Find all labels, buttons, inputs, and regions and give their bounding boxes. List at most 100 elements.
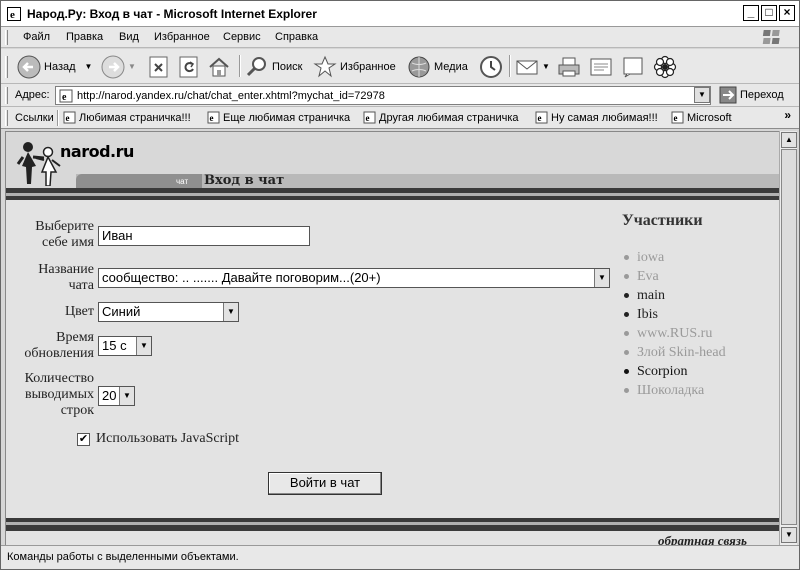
enter-chat-button[interactable]: Войти в чат <box>268 472 382 495</box>
link-favorite-3[interactable]: e Другая любимая страничка <box>363 111 519 124</box>
address-bar: Адрес: e http://narod.yandex.ru/chat/cha… <box>1 84 799 107</box>
discuss-button[interactable] <box>621 53 645 80</box>
menu-tools[interactable]: Сервис <box>223 31 261 43</box>
stop-button[interactable] <box>147 53 171 80</box>
chat-select-value: сообщество: .. ....... Давайте поговорим… <box>102 270 381 285</box>
toolbar-grip[interactable] <box>5 110 8 126</box>
toolbar-grip[interactable] <box>5 56 8 78</box>
close-button[interactable]: × <box>779 5 795 21</box>
toolbar-separator <box>509 55 511 77</box>
ie-logo-icon: e <box>7 7 21 21</box>
participant-item[interactable]: main <box>624 286 726 305</box>
participant-item[interactable]: Ibis <box>624 305 726 324</box>
tab-section-label: чат <box>176 177 189 186</box>
home-icon <box>209 57 229 76</box>
status-text: Команды работы с выделенными объектами. <box>7 551 239 563</box>
link-microsoft[interactable]: e Microsoft <box>671 111 732 124</box>
refresh-label: Время обновления <box>24 330 94 361</box>
color-select[interactable]: Синий ▼ <box>98 302 239 322</box>
participant-item[interactable]: Eva <box>624 267 726 286</box>
javascript-checkbox[interactable]: ✔ <box>77 433 90 446</box>
edit-button[interactable] <box>589 53 613 80</box>
scroll-down-icon[interactable]: ▼ <box>781 527 797 543</box>
site-logo[interactable]: narod.ru <box>60 142 134 161</box>
participant-item[interactable]: Злой Skin-head <box>624 343 726 362</box>
minimize-button[interactable]: _ <box>743 5 759 21</box>
site-header: narod.ru чат Вход в чат <box>6 132 779 192</box>
address-input[interactable]: e http://narod.yandex.ru/chat/chat_enter… <box>55 86 711 105</box>
scroll-thumb[interactable] <box>781 149 797 525</box>
vertical-scrollbar[interactable]: ▲ ▼ <box>779 131 797 545</box>
go-arrow-icon <box>719 86 737 104</box>
svg-text:e: e <box>674 113 678 123</box>
link-favorite-1[interactable]: e Любимая страничка!!! <box>63 111 191 124</box>
link-label: Любимая страничка!!! <box>79 111 191 124</box>
menu-favorites[interactable]: Избранное <box>154 31 210 43</box>
back-dropdown-icon[interactable]: ▼ <box>85 62 93 71</box>
links-overflow-chevron-icon[interactable]: » <box>784 108 791 122</box>
menu-edit[interactable]: Правка <box>66 31 103 43</box>
link-label: Другая любимая страничка <box>379 111 519 124</box>
participant-item[interactable]: Шоколадка <box>624 381 726 400</box>
mail-button[interactable]: ▼ <box>515 53 550 80</box>
history-button[interactable] <box>479 53 503 80</box>
svg-text:e: e <box>210 113 214 123</box>
search-label: Поиск <box>272 60 303 73</box>
refresh-select[interactable]: 15 с ▼ <box>98 336 152 356</box>
page-icon: e <box>535 111 548 124</box>
toolbar-grip[interactable] <box>5 30 8 45</box>
chevron-down-icon[interactable]: ▼ <box>594 269 609 287</box>
messenger-flower-icon <box>653 55 677 78</box>
maximize-button[interactable]: □ <box>761 5 777 21</box>
rows-select[interactable]: 20 ▼ <box>98 386 135 406</box>
links-bar: Ссылки e Любимая страничка!!! e Еще люби… <box>1 107 799 129</box>
bullet-icon <box>624 369 629 374</box>
mail-dropdown-icon[interactable]: ▼ <box>542 62 550 71</box>
search-icon <box>246 56 266 76</box>
toolbar-grip[interactable] <box>5 87 8 104</box>
feedback-link[interactable]: обратная связь <box>658 533 747 545</box>
participant-item[interactable]: www.RUS.ru <box>624 324 726 343</box>
menu-help[interactable]: Справка <box>275 31 318 43</box>
link-label: Microsoft <box>687 111 732 124</box>
media-button[interactable]: Медиа <box>407 53 468 80</box>
messenger-button[interactable] <box>653 53 677 80</box>
participant-name: iowa <box>637 249 665 265</box>
svg-text:e: e <box>366 113 370 123</box>
chat-select[interactable]: сообщество: .. ....... Давайте поговорим… <box>98 268 610 288</box>
participant-item[interactable]: Scorpion <box>624 362 726 381</box>
participant-name: Scorpion <box>637 363 688 379</box>
forward-dropdown-icon[interactable]: ▼ <box>128 62 136 71</box>
scroll-up-icon[interactable]: ▲ <box>781 132 797 148</box>
standard-toolbar: Назад ▼ ▼ Поиск Избранное Медиа ▼ <box>1 49 799 84</box>
home-button[interactable] <box>207 53 231 80</box>
menu-bar: Файл Правка Вид Избранное Сервис Справка <box>1 27 799 48</box>
bullet-icon <box>624 293 629 298</box>
chevron-down-icon[interactable]: ▼ <box>223 303 238 321</box>
link-favorite-4[interactable]: e Ну самая любимая!!! <box>535 111 658 124</box>
participants-title: Участники <box>622 212 703 229</box>
link-favorite-2[interactable]: e Еще любимая страничка <box>207 111 350 124</box>
favorites-button[interactable]: Избранное <box>313 53 396 80</box>
chevron-down-icon[interactable]: ▼ <box>136 337 151 355</box>
chevron-down-icon[interactable]: ▼ <box>119 387 134 405</box>
bullet-icon <box>624 350 629 355</box>
go-button[interactable]: Переход <box>719 86 784 104</box>
menu-view[interactable]: Вид <box>119 31 139 43</box>
back-button[interactable]: Назад ▼ <box>17 53 92 80</box>
forward-button[interactable]: ▼ <box>101 53 136 80</box>
star-icon <box>313 55 337 77</box>
color-select-value: Синий <box>102 304 141 319</box>
search-button[interactable]: Поиск <box>245 53 302 80</box>
media-label: Медиа <box>434 60 468 73</box>
participant-name: Злой Skin-head <box>637 344 726 360</box>
print-button[interactable] <box>557 53 581 80</box>
address-dropdown-icon[interactable]: ▼ <box>694 87 710 103</box>
rows-label: Количество выводимых строк <box>24 371 94 418</box>
page-icon: e <box>363 111 376 124</box>
bullet-icon <box>624 388 629 393</box>
menu-file[interactable]: Файл <box>23 31 50 43</box>
name-input[interactable]: Иван <box>98 226 310 246</box>
refresh-button[interactable] <box>177 53 201 80</box>
participant-item[interactable]: iowa <box>624 248 726 267</box>
